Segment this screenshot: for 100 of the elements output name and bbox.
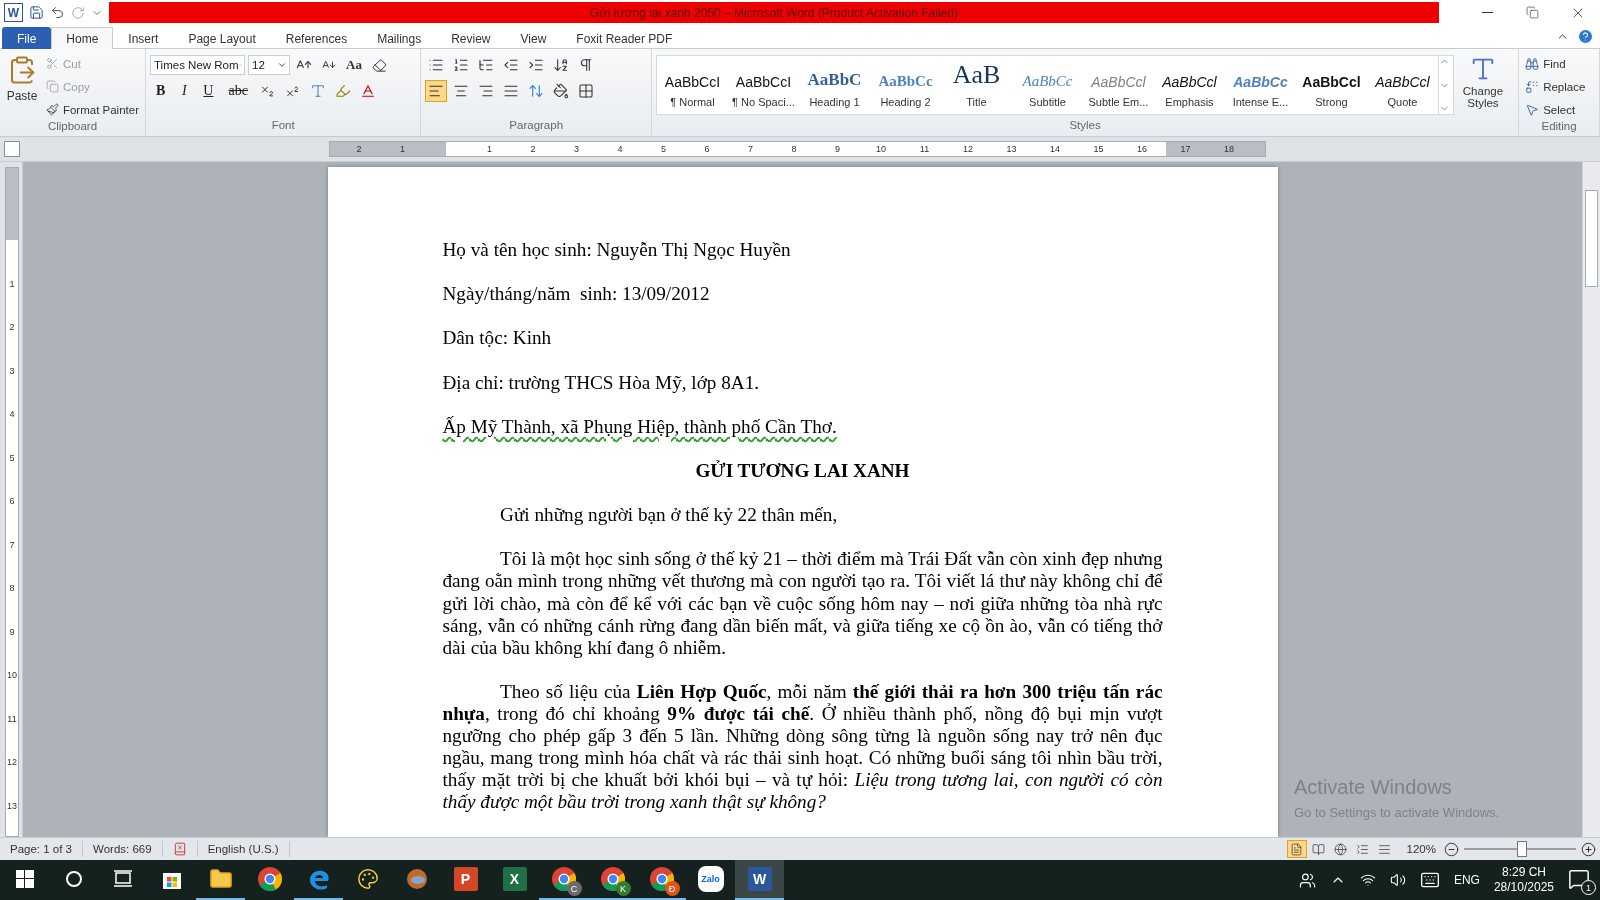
group-label: Styles	[1068, 119, 1102, 133]
minimize-icon	[1482, 12, 1493, 13]
ribbon-tab[interactable]: Foxit Reader PDF	[561, 27, 688, 49]
style-item[interactable]: AaBbC Heading 1	[798, 56, 870, 114]
align-button[interactable]	[425, 80, 448, 102]
style-item[interactable]: AaBbCc Subtitle	[1011, 56, 1083, 114]
font-size-field[interactable]: 12	[248, 55, 290, 75]
ribbon-tab[interactable]: Mailings	[362, 27, 437, 49]
ribbon-tab[interactable]: Home	[51, 27, 114, 49]
clock-date[interactable]: 28/10/2025	[1493, 880, 1554, 895]
office-app-icon: X	[502, 867, 527, 891]
tab-stop-selector[interactable]	[4, 141, 20, 157]
help-icon	[1577, 28, 1594, 45]
style-item[interactable]: AaBbCcl Quote	[1366, 56, 1438, 114]
windows-logo-icon	[15, 870, 34, 888]
style-item[interactable]: AaBbCc Heading 2	[869, 56, 941, 114]
eraser-icon	[371, 57, 387, 73]
paintbrush-icon	[45, 103, 59, 116]
taskbar-app[interactable]: Zalo	[686, 860, 735, 900]
volume-icon	[1389, 872, 1406, 888]
folder-icon	[208, 867, 233, 891]
ribbon-tab[interactable]: Page Layout	[173, 27, 271, 49]
page-icon	[1290, 842, 1304, 856]
outline-icon	[1356, 842, 1370, 856]
style-item[interactable]: AaBbCcl Subtle Em...	[1082, 56, 1154, 114]
style-item[interactable]: AaBbCc Intense E...	[1224, 56, 1296, 114]
lines-icon	[1378, 842, 1392, 856]
restore-icon	[1526, 6, 1539, 19]
style-item[interactable]: AaBbCcI ¶ Normal	[656, 56, 728, 114]
format-button[interactable]: B	[150, 80, 172, 102]
style-item[interactable]: AaBbCcI ¶ No Spaci...	[727, 56, 799, 114]
font-family-field[interactable]: Times New Rom	[150, 55, 245, 75]
copy-icon	[45, 80, 59, 93]
change-styles-button[interactable]: Change Styles	[1457, 53, 1508, 119]
people-icon	[1298, 871, 1316, 889]
document-title: GỬI TƯƠNG LAI XANH	[694, 459, 911, 483]
ribbon-tab[interactable]: View	[505, 27, 562, 49]
editing-command[interactable]: Replace	[1523, 76, 1588, 97]
decrease-indent-icon	[503, 57, 520, 73]
word-count[interactable]: Words: 669	[83, 841, 163, 857]
clipboard-command[interactable]: Format Painter	[43, 99, 141, 120]
zoom-level[interactable]: 120%	[1396, 843, 1442, 855]
task-view-icon	[112, 870, 133, 888]
format-button[interactable]: I	[174, 80, 195, 102]
binoculars-icon	[1525, 56, 1540, 71]
vertical-ruler: 1 2 3 4 5 6 7 8 9 10 11 12 13	[5, 167, 19, 837]
input-language[interactable]: ENG	[1453, 873, 1480, 887]
paste-button[interactable]: Paste	[4, 53, 40, 120]
clock-time[interactable]: 8:29 CH	[1501, 865, 1546, 880]
zalo-icon: Zalo	[697, 866, 724, 892]
change-case-button[interactable]: Aa	[343, 54, 365, 76]
notification-count: 1	[1581, 880, 1596, 895]
circle-icon	[64, 870, 83, 888]
ribbon-tab[interactable]: Review	[436, 27, 506, 49]
editing-command[interactable]: Find	[1523, 53, 1588, 74]
proofing-icon	[172, 842, 187, 856]
ribbon-tab[interactable]: Insert	[113, 27, 174, 49]
ribbon-tab[interactable]: References	[270, 27, 363, 49]
book-icon	[1312, 842, 1326, 856]
group-label: Paragraph	[508, 119, 565, 133]
line-spacing-icon	[528, 83, 545, 99]
document-paragraph: Ngày/tháng/năm sinh: 13/09/2012	[442, 283, 711, 306]
chrome-icon	[256, 866, 283, 892]
save-icon	[29, 5, 44, 20]
word-logo: W	[4, 3, 23, 22]
style-item[interactable]: AaBbCcl Strong	[1295, 56, 1367, 114]
file-menu-tab[interactable]: File	[2, 27, 52, 49]
text-effect-icon	[309, 83, 326, 99]
group-label: Editing	[1540, 120, 1578, 134]
scissors-icon	[45, 57, 59, 70]
style-item[interactable]: AaBbCcl Emphasis	[1153, 56, 1225, 114]
taskbar-app[interactable]: P	[441, 860, 490, 900]
taskbar-app[interactable]: C	[539, 860, 588, 900]
alignment-icon	[428, 83, 445, 99]
numbering-icon	[453, 57, 470, 73]
zoom-in-icon	[1581, 841, 1596, 857]
replace-icon	[1525, 79, 1540, 94]
multilevel-list-icon	[478, 57, 495, 73]
format-button[interactable]: U	[197, 80, 220, 102]
format-button[interactable]: abc	[222, 80, 254, 102]
taskbar-app[interactable]: K	[588, 860, 637, 900]
undo-icon	[50, 5, 65, 20]
view-button[interactable]	[1286, 840, 1307, 858]
taskbar-app[interactable]: Đ	[637, 860, 686, 900]
page-count[interactable]: Page: 1 of 3	[0, 841, 84, 857]
highlighter-icon	[334, 83, 351, 99]
group-label: Clipboard	[46, 120, 99, 134]
language-label[interactable]: English (U.S.)	[197, 841, 290, 857]
fish-app-icon	[404, 867, 429, 891]
keyboard-icon	[1419, 870, 1440, 890]
taskbar-app[interactable]: X	[490, 860, 539, 900]
zoom-slider-thumb[interactable]	[1517, 841, 1528, 857]
style-item[interactable]: AaB Title	[940, 56, 1012, 114]
redo-icon	[71, 5, 85, 20]
taskbar-app[interactable]: W	[735, 860, 784, 900]
bullets-icon	[428, 57, 445, 73]
font-color-icon	[359, 83, 376, 99]
editing-command[interactable]: Select	[1523, 99, 1588, 120]
alignment-icon	[453, 83, 470, 99]
office-app-icon: P	[453, 867, 478, 891]
